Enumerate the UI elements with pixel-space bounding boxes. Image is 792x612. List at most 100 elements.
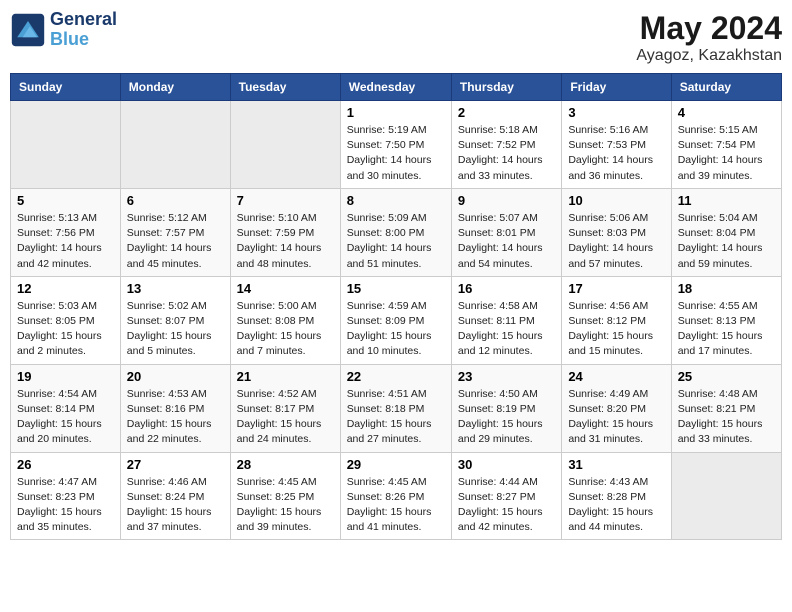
calendar-week-row: 1 Sunrise: 5:19 AM Sunset: 7:50 PM Daylig…	[11, 101, 782, 189]
logo: General Blue	[10, 10, 117, 50]
day-info: Sunrise: 4:44 AM Sunset: 8:27 PM Dayligh…	[458, 475, 555, 536]
calendar-cell: 7 Sunrise: 5:10 AM Sunset: 7:59 PM Daylig…	[230, 188, 340, 276]
calendar-cell	[230, 101, 340, 189]
day-number: 11	[678, 193, 775, 208]
calendar-cell: 4 Sunrise: 5:15 AM Sunset: 7:54 PM Daylig…	[671, 101, 781, 189]
day-info: Sunrise: 5:18 AM Sunset: 7:52 PM Dayligh…	[458, 123, 555, 184]
calendar-cell: 14 Sunrise: 5:00 AM Sunset: 8:08 PM Dayli…	[230, 276, 340, 364]
calendar-cell: 27 Sunrise: 4:46 AM Sunset: 8:24 PM Dayli…	[120, 452, 230, 540]
day-info: Sunrise: 5:10 AM Sunset: 7:59 PM Dayligh…	[237, 211, 334, 272]
logo-line2: Blue	[50, 30, 117, 50]
day-number: 31	[568, 457, 664, 472]
day-number: 24	[568, 369, 664, 384]
calendar-cell: 8 Sunrise: 5:09 AM Sunset: 8:00 PM Daylig…	[340, 188, 451, 276]
day-info: Sunrise: 4:52 AM Sunset: 8:17 PM Dayligh…	[237, 387, 334, 448]
calendar-week-row: 12 Sunrise: 5:03 AM Sunset: 8:05 PM Dayli…	[11, 276, 782, 364]
month-title: May 2024	[636, 10, 782, 47]
day-number: 20	[127, 369, 224, 384]
day-number: 6	[127, 193, 224, 208]
page-header: General Blue May 2024 Ayagoz, Kazakhstan	[10, 10, 782, 65]
day-number: 18	[678, 281, 775, 296]
day-info: Sunrise: 4:45 AM Sunset: 8:26 PM Dayligh…	[347, 475, 445, 536]
calendar-cell	[671, 452, 781, 540]
calendar-cell: 24 Sunrise: 4:49 AM Sunset: 8:20 PM Dayli…	[562, 364, 671, 452]
calendar-cell: 21 Sunrise: 4:52 AM Sunset: 8:17 PM Dayli…	[230, 364, 340, 452]
day-number: 5	[17, 193, 114, 208]
day-number: 16	[458, 281, 555, 296]
day-info: Sunrise: 5:19 AM Sunset: 7:50 PM Dayligh…	[347, 123, 445, 184]
day-number: 28	[237, 457, 334, 472]
day-info: Sunrise: 5:04 AM Sunset: 8:04 PM Dayligh…	[678, 211, 775, 272]
calendar-cell: 5 Sunrise: 5:13 AM Sunset: 7:56 PM Daylig…	[11, 188, 121, 276]
calendar-cell	[120, 101, 230, 189]
day-info: Sunrise: 5:02 AM Sunset: 8:07 PM Dayligh…	[127, 299, 224, 360]
day-info: Sunrise: 4:50 AM Sunset: 8:19 PM Dayligh…	[458, 387, 555, 448]
day-number: 23	[458, 369, 555, 384]
day-number: 4	[678, 105, 775, 120]
calendar-cell: 29Sunrise: 4:45 AM Sunset: 8:26 PM Dayli…	[340, 452, 451, 540]
day-info: Sunrise: 5:07 AM Sunset: 8:01 PM Dayligh…	[458, 211, 555, 272]
day-number: 1	[347, 105, 445, 120]
day-info: Sunrise: 5:16 AM Sunset: 7:53 PM Dayligh…	[568, 123, 664, 184]
day-info: Sunrise: 5:06 AM Sunset: 8:03 PM Dayligh…	[568, 211, 664, 272]
calendar-cell: 26 Sunrise: 4:47 AM Sunset: 8:23 PM Dayli…	[11, 452, 121, 540]
day-number: 7	[237, 193, 334, 208]
calendar-cell: 17 Sunrise: 4:56 AM Sunset: 8:12 PM Dayli…	[562, 276, 671, 364]
day-info: Sunrise: 4:51 AM Sunset: 8:18 PM Dayligh…	[347, 387, 445, 448]
day-info: Sunrise: 5:15 AM Sunset: 7:54 PM Dayligh…	[678, 123, 775, 184]
day-info: Sunrise: 4:55 AM Sunset: 8:13 PM Dayligh…	[678, 299, 775, 360]
day-number: 12	[17, 281, 114, 296]
calendar-week-row: 19 Sunrise: 4:54 AM Sunset: 8:14 PM Dayli…	[11, 364, 782, 452]
day-info: Sunrise: 5:03 AM Sunset: 8:05 PM Dayligh…	[17, 299, 114, 360]
day-number: 8	[347, 193, 445, 208]
calendar-cell: 2Sunrise: 5:18 AM Sunset: 7:52 PM Daylig…	[451, 101, 561, 189]
calendar-cell: 9 Sunrise: 5:07 AM Sunset: 8:01 PM Daylig…	[451, 188, 561, 276]
calendar-cell: 10 Sunrise: 5:06 AM Sunset: 8:03 PM Dayli…	[562, 188, 671, 276]
calendar-cell: 16Sunrise: 4:58 AM Sunset: 8:11 PM Dayli…	[451, 276, 561, 364]
calendar-cell: 20 Sunrise: 4:53 AM Sunset: 8:16 PM Dayli…	[120, 364, 230, 452]
day-number: 26	[17, 457, 114, 472]
day-info: Sunrise: 5:12 AM Sunset: 7:57 PM Dayligh…	[127, 211, 224, 272]
day-info: Sunrise: 4:54 AM Sunset: 8:14 PM Dayligh…	[17, 387, 114, 448]
calendar-cell	[11, 101, 121, 189]
calendar-cell: 13Sunrise: 5:02 AM Sunset: 8:07 PM Dayli…	[120, 276, 230, 364]
day-number: 22	[347, 369, 445, 384]
day-info: Sunrise: 4:47 AM Sunset: 8:23 PM Dayligh…	[17, 475, 114, 536]
calendar-cell: 11 Sunrise: 5:04 AM Sunset: 8:04 PM Dayli…	[671, 188, 781, 276]
day-info: Sunrise: 4:49 AM Sunset: 8:20 PM Dayligh…	[568, 387, 664, 448]
day-info: Sunrise: 4:53 AM Sunset: 8:16 PM Dayligh…	[127, 387, 224, 448]
day-number: 25	[678, 369, 775, 384]
day-number: 19	[17, 369, 114, 384]
day-number: 14	[237, 281, 334, 296]
calendar-cell: 22 Sunrise: 4:51 AM Sunset: 8:18 PM Dayli…	[340, 364, 451, 452]
weekday-header-friday: Friday	[562, 74, 671, 101]
calendar-table: SundayMondayTuesdayWednesdayThursdayFrid…	[10, 73, 782, 540]
day-info: Sunrise: 5:09 AM Sunset: 8:00 PM Dayligh…	[347, 211, 445, 272]
calendar-cell: 28Sunrise: 4:45 AM Sunset: 8:25 PM Dayli…	[230, 452, 340, 540]
calendar-cell: 23 Sunrise: 4:50 AM Sunset: 8:19 PM Dayli…	[451, 364, 561, 452]
day-number: 15	[347, 281, 445, 296]
calendar-week-row: 5 Sunrise: 5:13 AM Sunset: 7:56 PM Daylig…	[11, 188, 782, 276]
weekday-header-row: SundayMondayTuesdayWednesdayThursdayFrid…	[11, 74, 782, 101]
day-number: 9	[458, 193, 555, 208]
day-number: 10	[568, 193, 664, 208]
weekday-header-sunday: Sunday	[11, 74, 121, 101]
day-info: Sunrise: 5:00 AM Sunset: 8:08 PM Dayligh…	[237, 299, 334, 360]
calendar-week-row: 26 Sunrise: 4:47 AM Sunset: 8:23 PM Dayli…	[11, 452, 782, 540]
day-info: Sunrise: 4:48 AM Sunset: 8:21 PM Dayligh…	[678, 387, 775, 448]
weekday-header-saturday: Saturday	[671, 74, 781, 101]
day-number: 27	[127, 457, 224, 472]
weekday-header-thursday: Thursday	[451, 74, 561, 101]
day-number: 17	[568, 281, 664, 296]
weekday-header-tuesday: Tuesday	[230, 74, 340, 101]
day-number: 21	[237, 369, 334, 384]
calendar-cell: 6 Sunrise: 5:12 AM Sunset: 7:57 PM Daylig…	[120, 188, 230, 276]
calendar-cell: 19 Sunrise: 4:54 AM Sunset: 8:14 PM Dayli…	[11, 364, 121, 452]
calendar-cell: 1 Sunrise: 5:19 AM Sunset: 7:50 PM Daylig…	[340, 101, 451, 189]
logo-text: General Blue	[50, 10, 117, 50]
calendar-cell: 31Sunrise: 4:43 AM Sunset: 8:28 PM Dayli…	[562, 452, 671, 540]
day-info: Sunrise: 4:46 AM Sunset: 8:24 PM Dayligh…	[127, 475, 224, 536]
calendar-cell: 12 Sunrise: 5:03 AM Sunset: 8:05 PM Dayli…	[11, 276, 121, 364]
day-info: Sunrise: 4:56 AM Sunset: 8:12 PM Dayligh…	[568, 299, 664, 360]
day-info: Sunrise: 5:13 AM Sunset: 7:56 PM Dayligh…	[17, 211, 114, 272]
